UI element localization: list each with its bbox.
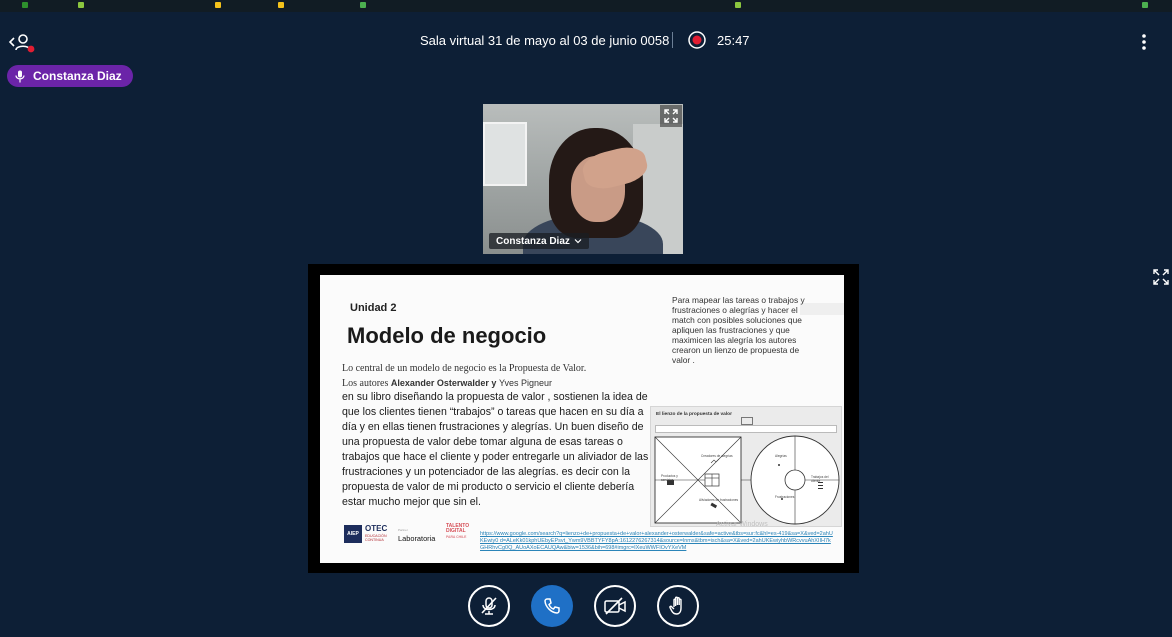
slide-unit: Unidad 2 [350,302,397,314]
canvas-label-pains: Frustraciones [775,495,795,499]
talking-user-name: Constanza Diaz [33,69,122,83]
raise-hand-icon [669,596,682,615]
session-title: Sala virtual 31 de mayo al 03 de junio 0… [420,33,670,48]
slide-title: Modelo de negocio [347,323,547,348]
windows-activation-watermark: Activar Windows [716,521,768,528]
canvas-label-pain-relievers: Aliviadores de frustraciones [699,498,739,502]
source-link[interactable]: https://www.google.com/search?q=lienzo+d… [480,531,835,552]
audio-call-button[interactable] [531,585,573,627]
raise-hand-button[interactable] [657,585,699,627]
session-header: Sala virtual 31 de mayo al 03 de junio 0… [0,24,1172,58]
video-user-name[interactable]: Constanza Diaz [489,233,589,249]
camera-button[interactable] [594,585,636,627]
canvas-diagram [654,435,840,525]
chevron-down-icon [574,239,582,244]
talking-indicator[interactable]: Constanza Diaz [7,65,133,87]
more-options-button[interactable] [1134,32,1154,52]
laboratoria-logo: Laboratoria [398,534,436,543]
value-proposition-canvas: El lienzo de la propuesta de valor Cread… [650,406,842,527]
users-panel-button[interactable] [8,30,36,56]
presentation-slide: Unidad 2 Modelo de negocio Lo central de… [320,275,844,563]
expand-icon [664,109,678,123]
canvas-label-customer-jobs: Trabajos del cliente [811,475,829,483]
slide-side-text: Para mapear las tareas o trabajos y frus… [672,295,805,365]
phone-icon [544,598,560,614]
recording-icon[interactable] [688,31,706,49]
kebab-menu-icon [1142,34,1146,50]
user-icon [8,34,35,53]
header-divider [672,32,673,48]
slide-body: en su libro diseñando la propuesta de va… [342,391,649,508]
mic-off-icon [481,597,497,615]
aiep-logo: AIEP [344,525,362,543]
talento-digital-logo: TALENTO DIGITAL PARA CHILE [446,523,470,539]
microphone-icon [15,70,25,82]
video-fullscreen-button[interactable] [660,105,682,127]
canvas-label-gains: Alegrías [775,454,787,458]
otec-logo-text: OTEC [365,524,388,533]
screenshare-fullscreen-button[interactable] [1151,267,1171,287]
slide-intro: Lo central de un modelo de negocio es la… [342,363,587,389]
camera-off-icon [604,597,626,615]
browser-top-strip [0,0,1172,12]
expand-icon [1153,269,1169,285]
canvas-label-gain-creators: Creadores de alegrías [701,454,733,458]
laboratoria-logo-subtitle: Partner [398,528,408,532]
otec-logo-subtitle: EDUCACIÓN CONTINUA [365,534,387,542]
recording-timer: 25:47 [717,33,750,48]
canvas-label-products: Productos y servicios [661,474,678,482]
mute-button[interactable] [468,585,510,627]
webcam-video[interactable] [483,104,683,254]
